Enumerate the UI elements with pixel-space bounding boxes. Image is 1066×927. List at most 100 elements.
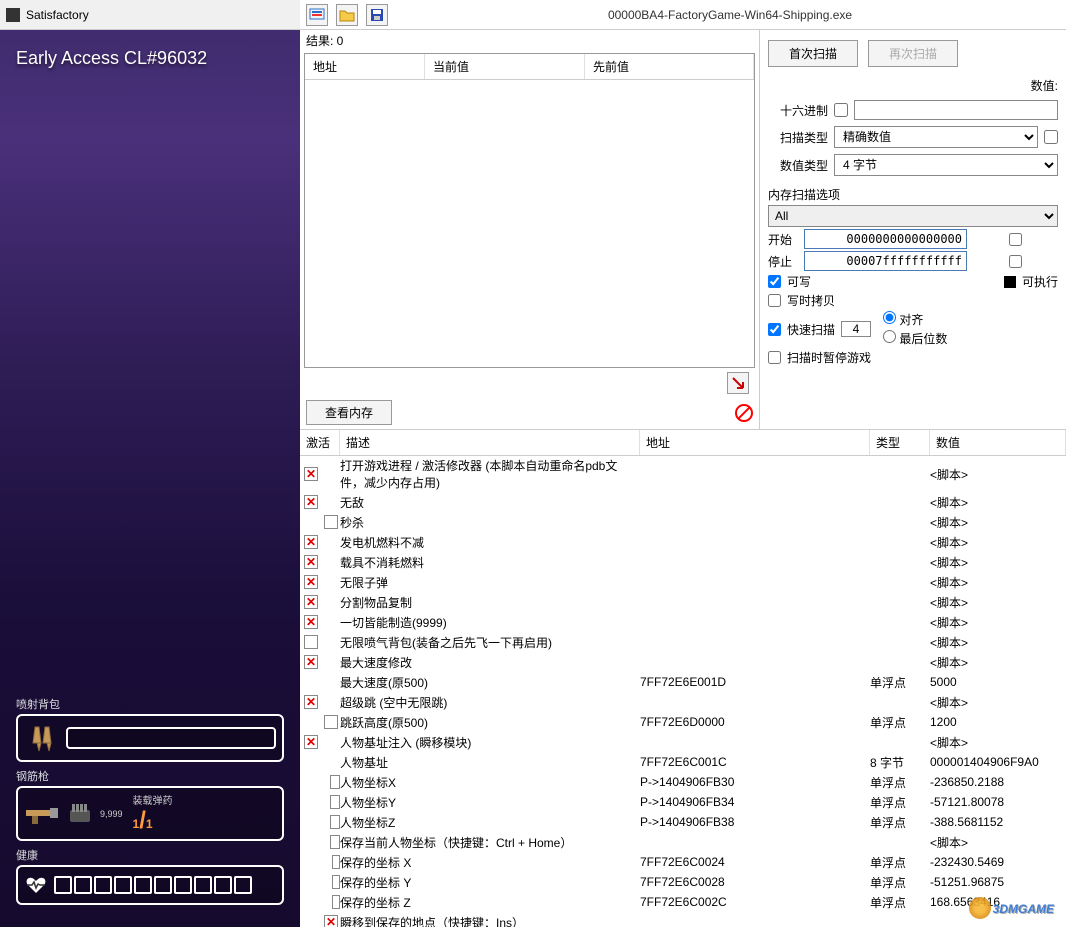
activate-checkbox[interactable]: [304, 575, 318, 589]
row-value[interactable]: -57121.80078: [930, 795, 1066, 809]
activate-checkbox[interactable]: [304, 615, 318, 629]
row-value[interactable]: -232430.5469: [930, 855, 1066, 869]
stop-extra-checkbox[interactable]: [973, 255, 1058, 268]
row-value[interactable]: -236850.2188: [930, 775, 1066, 789]
col-addr[interactable]: 地址: [640, 430, 870, 455]
open-button[interactable]: [336, 4, 358, 26]
alignment-radio-label[interactable]: 对齐: [883, 311, 947, 328]
row-value[interactable]: <脚本>: [930, 614, 1066, 631]
clear-icon[interactable]: [735, 404, 753, 422]
col-type[interactable]: 类型: [870, 430, 930, 455]
col-previous[interactable]: 先前值: [585, 54, 754, 79]
row-value[interactable]: <脚本>: [930, 466, 1066, 483]
scan-type-select[interactable]: 精确数值: [834, 126, 1038, 148]
row-value[interactable]: <脚本>: [930, 694, 1066, 711]
activate-checkbox[interactable]: [304, 467, 318, 481]
first-scan-button[interactable]: 首次扫描: [768, 40, 858, 67]
row-type[interactable]: 单浮点: [870, 774, 930, 791]
activate-checkbox[interactable]: [304, 535, 318, 549]
row-address[interactable]: 7FF72E6C001C: [640, 755, 870, 769]
row-value[interactable]: <脚本>: [930, 574, 1066, 591]
row-value[interactable]: <脚本>: [930, 494, 1066, 511]
table-row[interactable]: 人物坐标XP->1404906FB30单浮点-236850.2188: [300, 772, 1066, 792]
table-row[interactable]: 人物基址7FF72E6C001C8 字节000001404906F9A0: [300, 752, 1066, 772]
row-value[interactable]: <脚本>: [930, 634, 1066, 651]
table-row[interactable]: 保存的坐标 X7FF72E6C0024单浮点-232430.5469: [300, 852, 1066, 872]
table-row[interactable]: 最大速度修改<脚本>: [300, 652, 1066, 672]
row-description[interactable]: 秒杀: [340, 514, 640, 531]
row-description[interactable]: 人物坐标Y: [340, 794, 640, 811]
row-type[interactable]: 8 字节: [870, 754, 930, 771]
activate-checkbox[interactable]: [330, 795, 340, 809]
row-value[interactable]: 000001404906F9A0: [930, 755, 1066, 769]
activate-checkbox[interactable]: [304, 695, 318, 709]
activate-checkbox[interactable]: [304, 735, 318, 749]
activate-checkbox[interactable]: [330, 835, 340, 849]
row-description[interactable]: 载具不消耗燃料: [340, 554, 640, 571]
row-description[interactable]: 人物基址注入 (瞬移模块): [340, 734, 640, 751]
activate-checkbox[interactable]: [304, 495, 318, 509]
row-type[interactable]: 单浮点: [870, 714, 930, 731]
table-row[interactable]: 保存当前人物坐标（快捷键：Ctrl + Home）<脚本>: [300, 832, 1066, 852]
activate-checkbox[interactable]: [332, 855, 340, 869]
row-description[interactable]: 无限喷气背包(装备之后先飞一下再启用): [340, 634, 640, 651]
table-row[interactable]: 一切皆能制造(9999) <脚本>: [300, 612, 1066, 632]
row-address[interactable]: 7FF72E6E001D: [640, 675, 870, 689]
row-address[interactable]: P->1404906FB38: [640, 815, 870, 829]
row-value[interactable]: -388.5681152: [930, 815, 1066, 829]
row-type[interactable]: 单浮点: [870, 854, 930, 871]
fast-scan-input[interactable]: [841, 321, 871, 337]
row-description[interactable]: 一切皆能制造(9999): [340, 614, 640, 631]
row-address[interactable]: P->1404906FB30: [640, 775, 870, 789]
row-description[interactable]: 人物基址: [340, 754, 640, 771]
row-description[interactable]: 最大速度(原500): [340, 674, 640, 691]
row-value[interactable]: 1200: [930, 715, 1066, 729]
view-memory-button[interactable]: 查看内存: [306, 400, 392, 425]
table-row[interactable]: 保存的坐标 Z7FF72E6C002C单浮点168.6563416: [300, 892, 1066, 912]
row-type[interactable]: 单浮点: [870, 794, 930, 811]
row-value[interactable]: <脚本>: [930, 514, 1066, 531]
table-row[interactable]: 秒杀 <脚本>: [300, 512, 1066, 532]
row-description[interactable]: 无敌: [340, 494, 640, 511]
activate-checkbox[interactable]: [304, 595, 318, 609]
table-row[interactable]: 无敌 <脚本>: [300, 492, 1066, 512]
row-address[interactable]: 7FF72E6D0000: [640, 715, 870, 729]
save-button[interactable]: [366, 4, 388, 26]
activate-checkbox[interactable]: [324, 715, 338, 729]
row-type[interactable]: 单浮点: [870, 674, 930, 691]
add-address-button[interactable]: [727, 372, 749, 394]
cheat-table-body[interactable]: 打开游戏进程 / 激活修改器 (本脚本自动重命名pdb文件，减少内存占用)<脚本…: [300, 456, 1066, 927]
activate-checkbox[interactable]: [304, 635, 318, 649]
table-row[interactable]: 最大速度(原500)7FF72E6E001D单浮点5000: [300, 672, 1066, 692]
row-description[interactable]: 发电机燃料不减: [340, 534, 640, 551]
row-value[interactable]: <脚本>: [930, 554, 1066, 571]
mem-region-select[interactable]: All: [768, 205, 1058, 227]
row-description[interactable]: 保存的坐标 X: [340, 854, 640, 871]
table-row[interactable]: 人物坐标YP->1404906FB34单浮点-57121.80078: [300, 792, 1066, 812]
col-desc[interactable]: 描述: [340, 430, 640, 455]
table-row[interactable]: 打开游戏进程 / 激活修改器 (本脚本自动重命名pdb文件，减少内存占用)<脚本…: [300, 456, 1066, 492]
row-value[interactable]: -51251.96875: [930, 875, 1066, 889]
row-description[interactable]: 跳跃高度(原500): [340, 714, 640, 731]
results-table[interactable]: 地址 当前值 先前值: [304, 53, 755, 368]
col-value[interactable]: 数值: [930, 430, 1066, 455]
next-scan-button[interactable]: 再次扫描: [868, 40, 958, 67]
scan-type-extra-checkbox[interactable]: [1044, 130, 1058, 144]
row-description[interactable]: 无限子弹: [340, 574, 640, 591]
row-description[interactable]: 保存当前人物坐标（快捷键：Ctrl + Home）: [340, 834, 640, 851]
col-current[interactable]: 当前值: [425, 54, 585, 79]
stop-input[interactable]: [804, 251, 967, 271]
copy-on-write-checkbox[interactable]: [768, 294, 781, 307]
table-row[interactable]: 保存的坐标 Y7FF72E6C0028单浮点-51251.96875: [300, 872, 1066, 892]
value-type-select[interactable]: 4 字节: [834, 154, 1058, 176]
table-row[interactable]: 超级跳 (空中无限跳)<脚本>: [300, 692, 1066, 712]
row-description[interactable]: 保存的坐标 Z: [340, 894, 640, 911]
start-input[interactable]: [804, 229, 967, 249]
activate-checkbox[interactable]: [330, 815, 340, 829]
activate-checkbox[interactable]: [332, 895, 340, 909]
row-type[interactable]: 单浮点: [870, 814, 930, 831]
hex-checkbox[interactable]: [834, 103, 848, 117]
last-digits-radio-label[interactable]: 最后位数: [883, 330, 947, 347]
row-value[interactable]: <脚本>: [930, 534, 1066, 551]
row-description[interactable]: 最大速度修改: [340, 654, 640, 671]
